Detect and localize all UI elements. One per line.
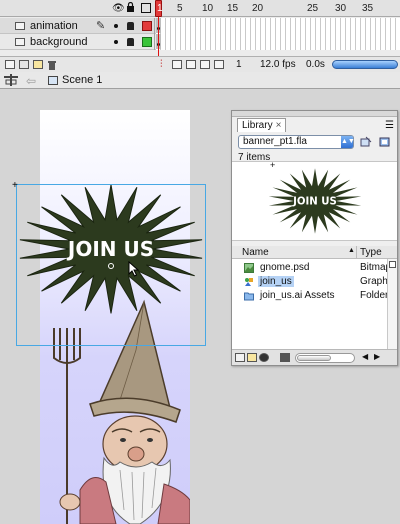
timeline-footer: ⫶ 1 12.0 fps 0.0s xyxy=(0,56,400,72)
bitmap-icon xyxy=(244,263,254,273)
layer-row-background[interactable]: background xyxy=(0,34,400,50)
preview-registration-icon: + xyxy=(270,160,276,170)
frame-number: 35 xyxy=(362,3,374,14)
frames-animation[interactable] xyxy=(156,18,400,34)
new-layer-icon[interactable] xyxy=(5,60,15,69)
frame-number: 15 xyxy=(227,3,239,14)
item-name: join_us.ai Assets xyxy=(260,290,335,301)
crosshair-icon: + xyxy=(12,180,18,191)
delete-icon[interactable] xyxy=(280,353,290,362)
outline-toggle-icon[interactable] xyxy=(141,3,151,13)
library-horizontal-scrollbar[interactable] xyxy=(295,353,355,363)
new-symbol-icon[interactable] xyxy=(235,353,245,362)
scene-label[interactable]: Scene 1 xyxy=(62,74,102,86)
properties-icon[interactable] xyxy=(259,353,269,362)
library-grip-bar[interactable] xyxy=(232,111,397,117)
frame-number: 10 xyxy=(202,3,214,14)
item-type: Folder xyxy=(360,290,388,301)
current-frame: 1 xyxy=(236,59,242,70)
column-divider[interactable] xyxy=(356,246,357,259)
folder-icon xyxy=(244,292,254,301)
lock-dot[interactable] xyxy=(127,38,134,46)
layer-name-cell[interactable]: background xyxy=(0,34,155,50)
delete-layer-icon[interactable] xyxy=(47,60,57,70)
onion-skin-icon[interactable] xyxy=(172,60,182,69)
frame-number: 20 xyxy=(252,3,264,14)
frame-number: 5 xyxy=(177,3,183,14)
layer-name-cell[interactable]: animation ✎ xyxy=(0,18,155,34)
sort-arrow-icon[interactable]: ▲ xyxy=(348,247,355,254)
item-type: Bitmap xyxy=(360,262,388,273)
new-library-panel-icon[interactable] xyxy=(379,136,391,148)
frame-number: 1 xyxy=(157,3,163,14)
lock-icon[interactable] xyxy=(126,1,135,16)
library-tab-label: Library xyxy=(242,120,273,131)
library-tab[interactable]: Library × xyxy=(237,118,287,132)
layer-icon xyxy=(15,22,25,30)
onion-markers-icon[interactable] xyxy=(214,60,224,69)
layer-outline-swatch[interactable] xyxy=(142,37,152,47)
item-name: gnome.psd xyxy=(260,262,310,273)
new-folder-icon[interactable] xyxy=(247,353,257,362)
library-preview: JOIN US + xyxy=(232,160,397,241)
layer-icon xyxy=(15,38,25,46)
edit-bar: ⇦ Scene 1 xyxy=(0,72,400,89)
library-item-join-us-assets[interactable]: join_us.ai Assets Folder xyxy=(232,289,388,303)
cursor-icon xyxy=(128,261,140,277)
close-icon[interactable]: × xyxy=(276,120,282,131)
item-name: join_us xyxy=(258,276,294,287)
timeline-scrollbar[interactable] xyxy=(332,60,398,69)
timeline-header: 👁 1 5 10 15 20 25 30 35 xyxy=(0,0,400,17)
scroll-left-icon[interactable]: ◀ xyxy=(362,352,368,361)
column-type[interactable]: Type xyxy=(360,247,382,258)
scene-icon xyxy=(48,76,58,85)
back-arrow-icon[interactable]: ⇦ xyxy=(26,74,36,88)
frame-rate[interactable]: 12.0 fps xyxy=(260,59,296,70)
document-select-value: banner_pt1.fla xyxy=(243,136,307,147)
frame-number: 25 xyxy=(307,3,319,14)
onion-outlines-icon[interactable] xyxy=(186,60,196,69)
pin-library-icon[interactable] xyxy=(360,136,372,148)
eye-icon[interactable]: 👁 xyxy=(112,3,125,14)
item-type: Graphic xyxy=(360,276,388,287)
timeline-toggle-icon[interactable] xyxy=(4,74,18,89)
preview-text: JOIN US xyxy=(292,197,337,208)
chevron-down-icon: ▲▼ xyxy=(341,136,355,148)
selection-bounding-box[interactable] xyxy=(16,184,206,346)
library-toolbar: ◀ ▶ xyxy=(232,349,397,365)
scroll-right-icon[interactable]: ▶ xyxy=(374,352,380,361)
edit-multiple-frames-icon[interactable] xyxy=(200,60,210,69)
preview-starburst: JOIN US xyxy=(268,168,362,234)
scroll-thumb[interactable] xyxy=(297,355,331,361)
elapsed-time: 0.0s xyxy=(306,59,325,70)
library-vertical-scrollbar[interactable] xyxy=(387,259,397,349)
scroll-up-icon[interactable] xyxy=(389,261,396,268)
layer-name-animation[interactable]: animation xyxy=(30,20,78,32)
frame-number: 30 xyxy=(335,3,347,14)
library-item-gnome[interactable]: gnome.psd Bitmap xyxy=(232,261,388,275)
panel-menu-icon[interactable]: ☰ xyxy=(385,120,394,131)
library-item-list: gnome.psd Bitmap join_us Graphic join_us… xyxy=(232,259,388,349)
graphic-symbol-icon xyxy=(245,278,253,286)
motion-guide-icon[interactable] xyxy=(19,60,29,69)
layer-row-animation[interactable]: animation ✎ xyxy=(0,18,400,34)
timeline-panel: 👁 1 5 10 15 20 25 30 35 animation ✎ back… xyxy=(0,0,400,72)
visibility-dot[interactable] xyxy=(114,24,118,28)
lock-dot[interactable] xyxy=(127,22,134,30)
document-select[interactable]: banner_pt1.fla ▲▼ xyxy=(238,135,355,149)
pencil-icon: ✎ xyxy=(96,20,106,32)
library-column-header: Name ▲ Type xyxy=(232,246,397,259)
library-item-join-us[interactable]: join_us Graphic xyxy=(232,275,388,289)
layer-outline-swatch[interactable] xyxy=(142,21,152,31)
frames-background[interactable] xyxy=(156,34,400,50)
column-name[interactable]: Name xyxy=(242,247,269,258)
library-panel: Library × ☰ banner_pt1.fla ▲▼ 7 items JOI… xyxy=(231,110,398,366)
layer-name-background[interactable]: background xyxy=(30,36,88,48)
center-frame-icon[interactable]: ⫶ xyxy=(160,59,163,70)
new-folder-icon[interactable] xyxy=(33,60,43,69)
visibility-dot[interactable] xyxy=(114,40,118,44)
